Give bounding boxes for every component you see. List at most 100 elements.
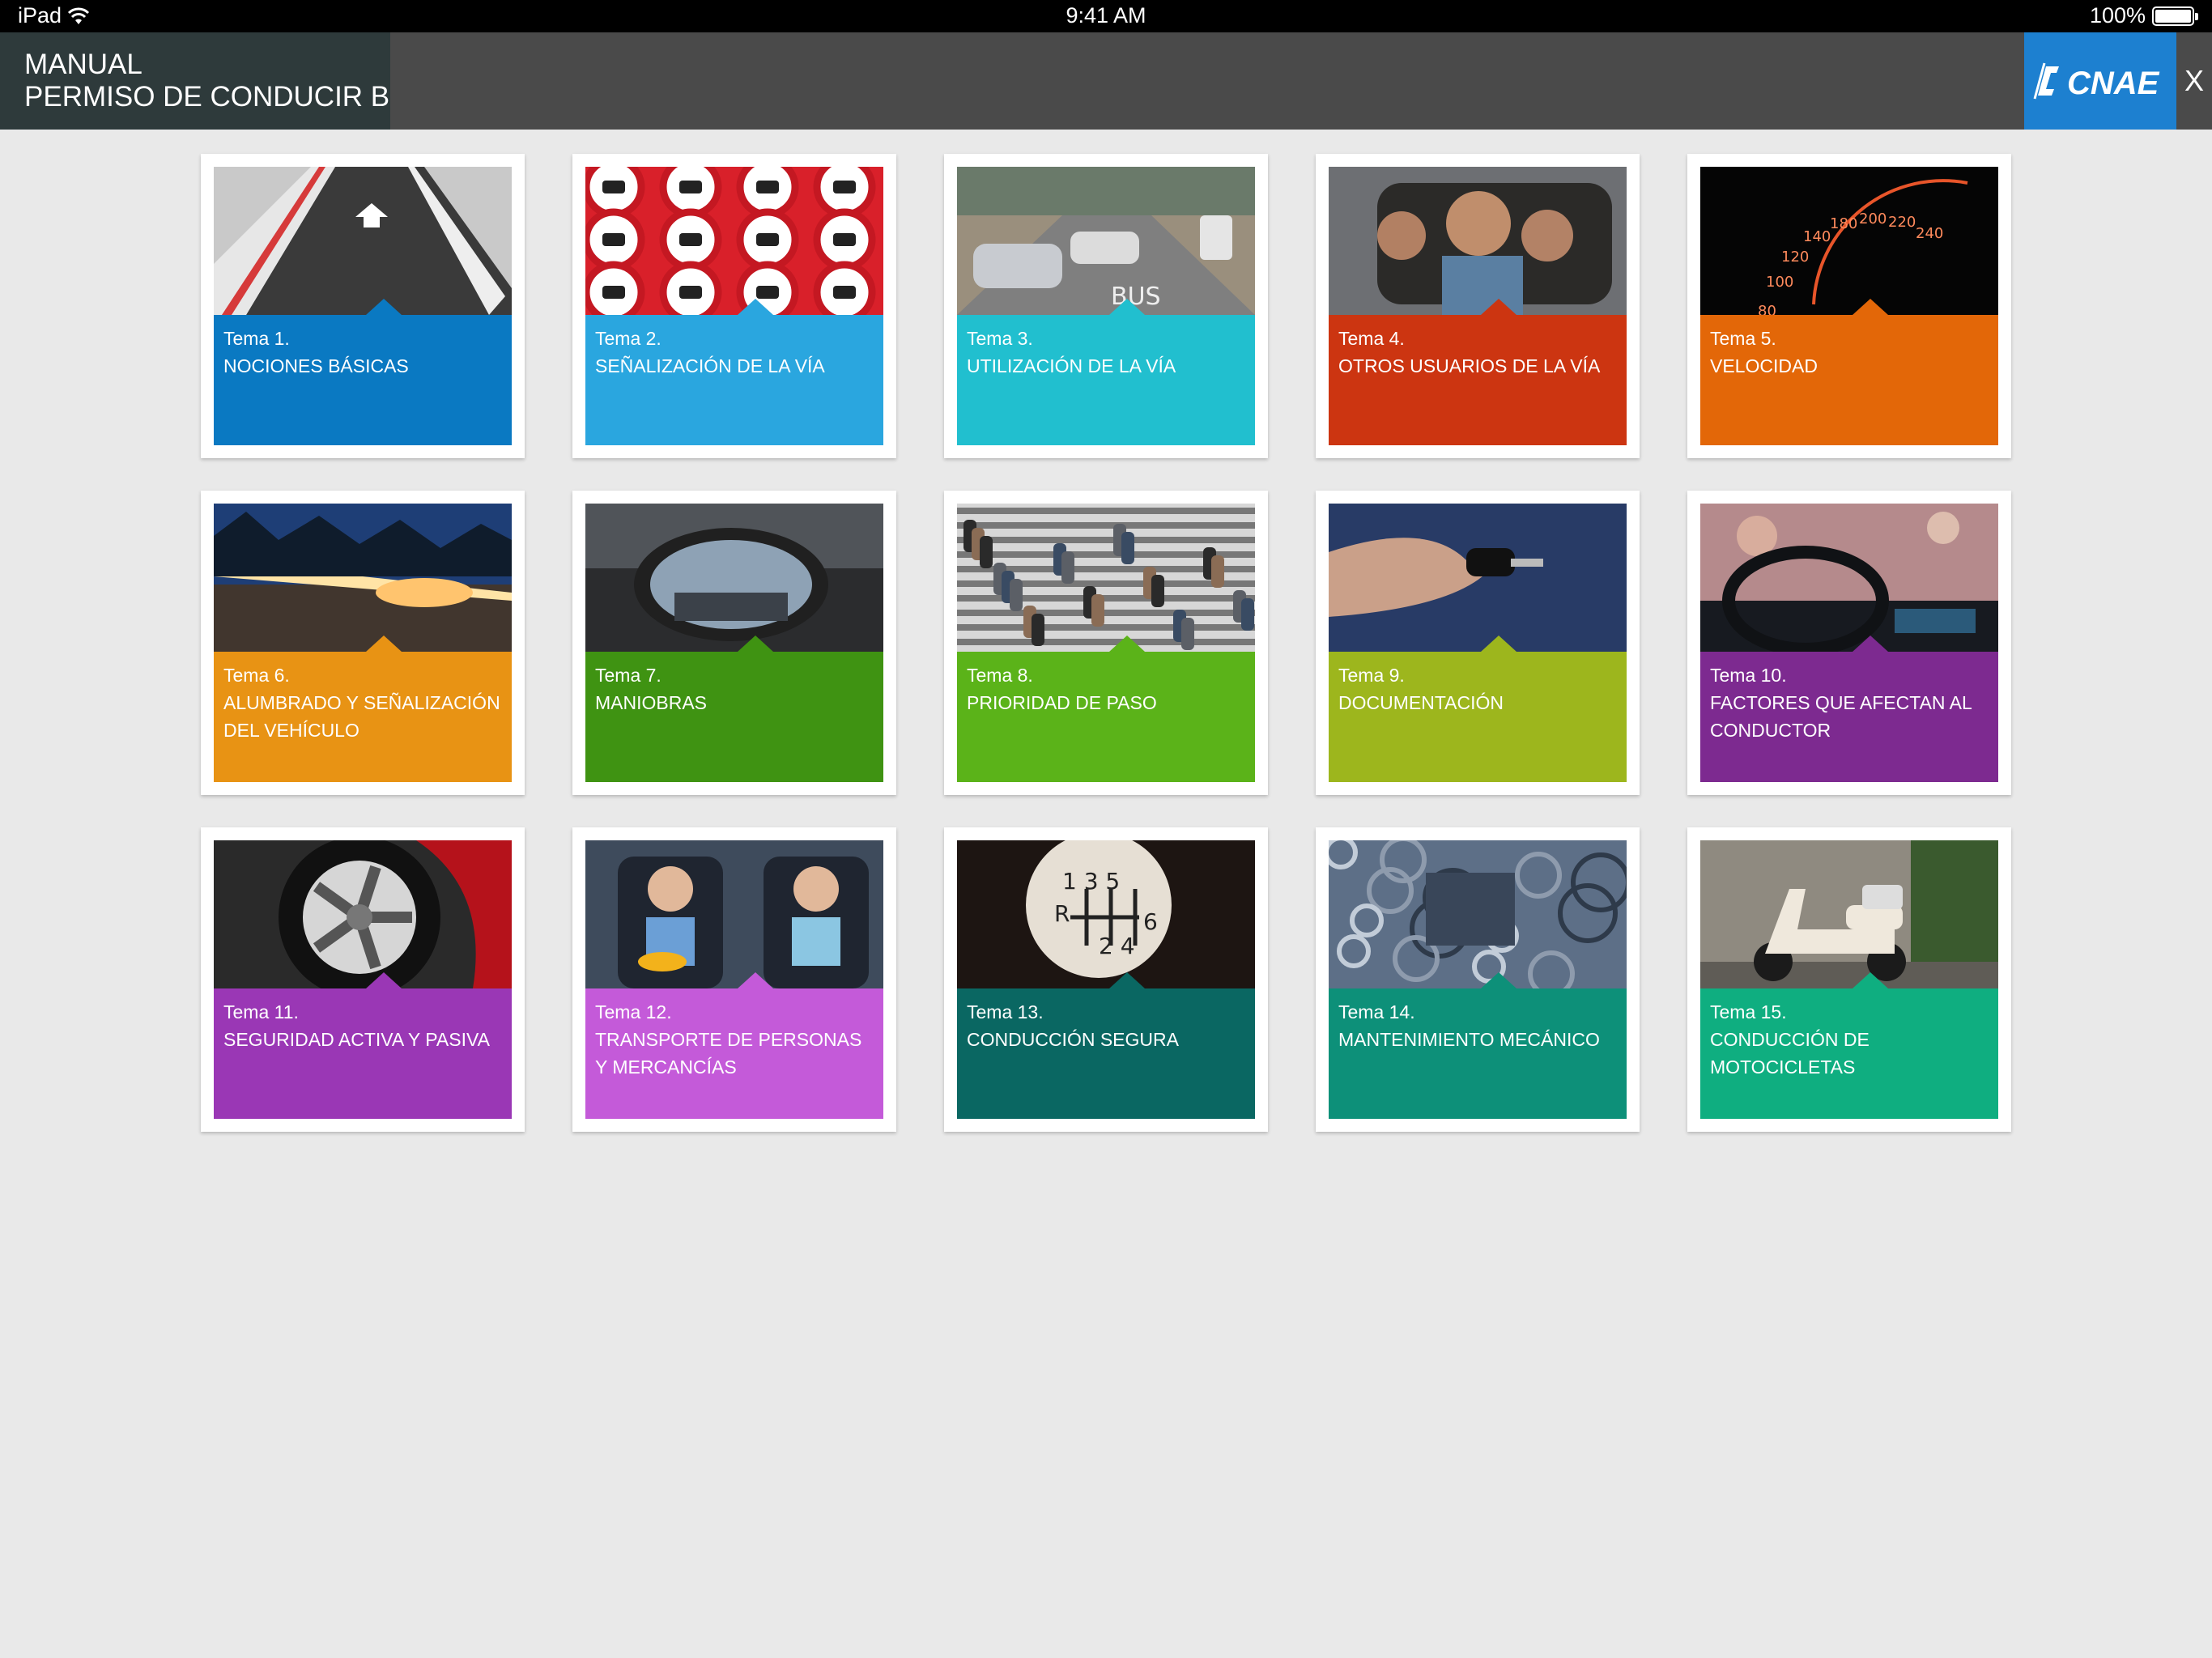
topic-notch (738, 299, 773, 315)
topic-notch (1481, 299, 1516, 315)
topic-card[interactable]: Tema 15. CONDUCCIÓN DE MOTOCICLETAS (1687, 827, 2011, 1132)
topic-title: CONDUCCIÓN DE MOTOCICLETAS (1710, 1029, 1870, 1078)
close-button[interactable]: X (2176, 32, 2212, 130)
topic-body: Tema 8. PRIORIDAD DE PASO (957, 652, 1255, 782)
topics-grid: Tema 1. NOCIONES BÁSICAS Tema 2. SEÑALIZ… (201, 154, 2011, 1132)
topic-card[interactable]: Tema 8. PRIORIDAD DE PASO (944, 491, 1268, 795)
topic-body: Tema 3. UTILIZACIÓN DE LA VÍA (957, 315, 1255, 445)
topic-image-art (214, 167, 512, 315)
topic-image-art (1329, 167, 1627, 315)
topic-notch (1109, 636, 1145, 652)
topic-image (585, 840, 883, 988)
svg-text:100: 100 (1766, 274, 1793, 291)
battery-icon (2152, 6, 2198, 26)
topic-notch (1481, 972, 1516, 988)
topic-image-art (1329, 840, 1627, 988)
topic-image-art (214, 504, 512, 652)
topic-number: Tema 8. (967, 665, 1033, 686)
topic-body: Tema 13. CONDUCCIÓN SEGURA (957, 988, 1255, 1119)
topic-body: Tema 6. ALUMBRADO Y SEÑALIZACIÓN DEL VEH… (214, 652, 512, 782)
battery-percent: 100% (2089, 3, 2146, 28)
topic-title: SEGURIDAD ACTIVA Y PASIVA (223, 1029, 490, 1050)
topic-title: UTILIZACIÓN DE LA VÍA (967, 355, 1176, 376)
topic-body: Tema 5. VELOCIDAD (1700, 315, 1998, 445)
topic-body: Tema 12. TRANSPORTE DE PERSONAS Y MERCAN… (585, 988, 883, 1119)
topic-card[interactable]: Tema 14. MANTENIMIENTO MECÁNICO (1316, 827, 1640, 1132)
topic-image (1700, 840, 1998, 988)
topic-card[interactable]: Tema 7. MANIOBRAS (572, 491, 896, 795)
svg-text:R: R (1054, 900, 1070, 927)
topic-card[interactable]: 1 3 5R62 4 Tema 13. CONDUCCIÓN SEGURA (944, 827, 1268, 1132)
topic-image (214, 504, 512, 652)
topic-number: Tema 1. (223, 328, 290, 349)
status-bar: iPad 9:41 AM 100% (0, 0, 2212, 32)
topic-body: Tema 2. SEÑALIZACIÓN DE LA VÍA (585, 315, 883, 445)
topic-image-art: BUS (957, 167, 1255, 315)
topic-image-art (585, 840, 883, 988)
topic-image: BUS (957, 167, 1255, 315)
topic-notch (1853, 972, 1888, 988)
svg-text:180: 180 (1830, 215, 1857, 232)
app-header: MANUAL PERMISO DE CONDUCIR B CNAE X (0, 32, 2212, 130)
topic-card[interactable]: BUS Tema 3. UTILIZACIÓN DE LA VÍA (944, 154, 1268, 458)
svg-text:6: 6 (1143, 908, 1158, 935)
topic-card[interactable]: Tema 12. TRANSPORTE DE PERSONAS Y MERCAN… (572, 827, 896, 1132)
topic-body: Tema 4. OTROS USUARIOS DE LA VÍA (1329, 315, 1627, 445)
topic-notch (1109, 972, 1145, 988)
svg-text:120: 120 (1781, 249, 1809, 266)
topic-image (1700, 504, 1998, 652)
topic-number: Tema 11. (223, 1001, 299, 1022)
topic-card[interactable]: Tema 10. FACTORES QUE AFECTAN AL CONDUCT… (1687, 491, 2011, 795)
topic-title: CONDUCCIÓN SEGURA (967, 1029, 1179, 1050)
topic-body: Tema 14. MANTENIMIENTO MECÁNICO (1329, 988, 1627, 1119)
topic-number: Tema 10. (1710, 665, 1787, 686)
cnae-logo: CNAE (2024, 32, 2176, 130)
app-title-line2: PERMISO DE CONDUCIR B (24, 81, 390, 113)
topic-card[interactable]: Tema 11. SEGURIDAD ACTIVA Y PASIVA (201, 827, 525, 1132)
topic-body: Tema 7. MANIOBRAS (585, 652, 883, 782)
topic-image (957, 504, 1255, 652)
topic-title: TRANSPORTE DE PERSONAS Y MERCANCÍAS (595, 1029, 862, 1078)
topic-image (1329, 840, 1627, 988)
topic-notch (1109, 299, 1145, 315)
topic-number: Tema 14. (1338, 1001, 1415, 1022)
logo-text: CNAE (2067, 66, 2160, 101)
topic-title: ALUMBRADO Y SEÑALIZACIÓN DEL VEHÍCULO (223, 692, 500, 741)
topic-title: FACTORES QUE AFECTAN AL CONDUCTOR (1710, 692, 1972, 741)
topic-number: Tema 2. (595, 328, 661, 349)
topic-body: Tema 11. SEGURIDAD ACTIVA Y PASIVA (214, 988, 512, 1119)
topic-card[interactable]: Tema 2. SEÑALIZACIÓN DE LA VÍA (572, 154, 896, 458)
topic-image-art (1700, 840, 1998, 988)
topic-image (585, 167, 883, 315)
topic-notch (1481, 636, 1516, 652)
topic-title: SEÑALIZACIÓN DE LA VÍA (595, 355, 825, 376)
topic-image-art (214, 840, 512, 988)
topic-image: 1 3 5R62 4 (957, 840, 1255, 988)
status-right: 100% (2089, 3, 2198, 28)
topic-body: Tema 15. CONDUCCIÓN DE MOTOCICLETAS (1700, 988, 1998, 1119)
topic-number: Tema 6. (223, 665, 290, 686)
status-time: 9:41 AM (1066, 3, 1146, 28)
topic-image-art: 6080100120140180200220240 (1700, 167, 1998, 315)
topic-image (585, 504, 883, 652)
svg-text:200: 200 (1859, 210, 1887, 227)
topic-card[interactable]: 6080100120140180200220240 Tema 5. VELOCI… (1687, 154, 2011, 458)
topic-card[interactable]: Tema 1. NOCIONES BÁSICAS (201, 154, 525, 458)
topic-number: Tema 4. (1338, 328, 1405, 349)
topic-image-art (957, 504, 1255, 652)
topic-notch (366, 299, 402, 315)
topic-card[interactable]: Tema 6. ALUMBRADO Y SEÑALIZACIÓN DEL VEH… (201, 491, 525, 795)
topic-card[interactable]: Tema 4. OTROS USUARIOS DE LA VÍA (1316, 154, 1640, 458)
topic-body: Tema 10. FACTORES QUE AFECTAN AL CONDUCT… (1700, 652, 1998, 782)
topic-notch (366, 636, 402, 652)
topic-image-art (1700, 504, 1998, 652)
topic-image (1329, 504, 1627, 652)
topic-title: NOCIONES BÁSICAS (223, 355, 409, 376)
topic-card[interactable]: Tema 9. DOCUMENTACIÓN (1316, 491, 1640, 795)
svg-text:80: 80 (1758, 303, 1776, 315)
topic-number: Tema 15. (1710, 1001, 1787, 1022)
topic-body: Tema 9. DOCUMENTACIÓN (1329, 652, 1627, 782)
topic-title: OTROS USUARIOS DE LA VÍA (1338, 355, 1601, 376)
app-title: MANUAL PERMISO DE CONDUCIR B (0, 32, 390, 130)
topic-number: Tema 5. (1710, 328, 1776, 349)
